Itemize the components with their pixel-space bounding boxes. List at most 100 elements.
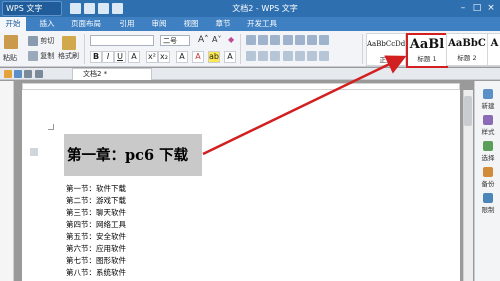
style-heading-1-sample: AaBl <box>409 37 445 52</box>
panel-new-button[interactable]: 新建 <box>475 89 500 110</box>
align-center-icon[interactable] <box>258 51 269 61</box>
paste-button[interactable] <box>4 35 18 49</box>
style-normal[interactable]: AaBbCcDd 正文 <box>366 33 406 66</box>
menu-view[interactable]: 视图 <box>178 17 204 31</box>
paragraph-handle-icon[interactable] <box>30 148 38 156</box>
font-size-select[interactable]: 二号 <box>160 35 190 46</box>
save-icon[interactable] <box>14 70 23 78</box>
cut-label: 剪切 <box>40 37 55 45</box>
style-heading-2[interactable]: AaBbC 标题 2 <box>446 33 488 66</box>
menu-references[interactable]: 引用 <box>114 17 140 31</box>
cut-button[interactable]: 剪切 <box>28 36 54 46</box>
menu-page-layout[interactable]: 页面布局 <box>66 17 106 31</box>
table-icon[interactable] <box>319 35 330 45</box>
panel-styles-button[interactable]: 样式 <box>475 115 500 136</box>
toc-item[interactable]: 第五节：安全软件 <box>66 231 126 242</box>
panel-backup-button[interactable]: 备份 <box>475 167 500 188</box>
quick-access-toolbar <box>70 3 126 14</box>
italic-icon[interactable]: I <box>102 51 114 63</box>
redo-icon[interactable] <box>112 3 123 14</box>
bold-icon[interactable]: B <box>90 51 102 63</box>
sort-icon[interactable] <box>294 35 305 45</box>
strikethrough-icon[interactable]: A <box>128 51 140 63</box>
copy-label: 复制 <box>40 52 55 60</box>
toc-item[interactable]: 第四节：网络工具 <box>66 219 126 230</box>
style-normal-label: 正文 <box>379 56 393 64</box>
minimize-button[interactable]: – <box>456 0 470 17</box>
line-spacing-icon[interactable] <box>307 51 318 61</box>
style-heading-1[interactable]: AaBl 标题 1 <box>406 33 448 68</box>
menu-home[interactable]: 开始 <box>0 17 26 31</box>
clear-format-icon[interactable]: ◆ <box>228 35 234 44</box>
restrict-icon <box>483 193 493 203</box>
toc-item[interactable]: 第六节：应用软件 <box>66 243 126 254</box>
backup-icon <box>483 167 493 177</box>
format-painter-label[interactable]: 格式刷 <box>58 51 79 61</box>
highlight-icon[interactable]: ab <box>208 51 220 63</box>
styles-icon <box>483 115 493 125</box>
grow-font-icon[interactable]: A˄ <box>198 35 209 45</box>
close-button[interactable]: × <box>484 0 498 17</box>
style-heading-1-label: 标题 1 <box>417 55 437 63</box>
panel-backup-label: 备份 <box>481 180 495 188</box>
copy-icon <box>28 51 38 61</box>
menu-sections[interactable]: 章节 <box>210 17 236 31</box>
scrollbar-thumb[interactable] <box>464 96 472 126</box>
toc-item[interactable]: 第七节：图形软件 <box>66 255 126 266</box>
menu-insert[interactable]: 插入 <box>32 17 62 31</box>
style-heading-3-sample: A <box>490 38 499 49</box>
print-icon[interactable] <box>84 3 95 14</box>
font-name-select[interactable] <box>90 35 154 46</box>
ribbon-divider <box>362 34 363 64</box>
font-color-icon[interactable]: A <box>192 51 204 63</box>
menu-bar: 开始 插入 页面布局 引用 审阅 视图 章节 开发工具 <box>0 17 500 31</box>
bullet-list-icon[interactable] <box>246 35 256 45</box>
decrease-indent-icon[interactable] <box>270 35 281 45</box>
numbered-list-icon[interactable] <box>258 35 269 45</box>
copy-button[interactable]: 复制 <box>28 51 54 61</box>
text-effect-icon[interactable]: A <box>176 51 188 63</box>
subscript-icon[interactable]: x₂ <box>158 51 170 63</box>
shading-icon[interactable] <box>319 51 330 61</box>
left-rail <box>0 81 14 281</box>
distributed-icon[interactable] <box>294 51 305 61</box>
underline-icon[interactable]: U <box>114 51 126 63</box>
undo-icon[interactable] <box>34 70 43 78</box>
style-normal-sample: AaBbCcDd <box>367 40 405 48</box>
superscript-icon[interactable]: x² <box>146 51 158 63</box>
char-border-icon[interactable]: A <box>224 51 236 63</box>
shrink-font-icon[interactable]: A˅ <box>212 35 221 44</box>
document-tab[interactable]: 文档2 * <box>72 68 152 80</box>
panel-restrict-button[interactable]: 限制 <box>475 193 500 214</box>
horizontal-ruler[interactable] <box>22 83 460 90</box>
select-icon <box>483 141 493 151</box>
ribbon-divider <box>240 34 241 64</box>
panel-select-button[interactable]: 选择 <box>475 141 500 162</box>
align-left-icon[interactable] <box>246 51 256 61</box>
align-right-icon[interactable] <box>270 51 281 61</box>
paste-label[interactable]: 粘贴 <box>3 53 17 63</box>
tab-bar-tools <box>4 70 43 78</box>
menu-review[interactable]: 审阅 <box>146 17 172 31</box>
toc-item[interactable]: 第三节：聊天软件 <box>66 207 126 218</box>
toc-item[interactable]: 第一节：软件下载 <box>66 183 126 194</box>
toc-item[interactable]: 第八节：系统软件 <box>66 267 126 278</box>
menu-developer[interactable]: 开发工具 <box>242 17 282 31</box>
show-marks-icon[interactable] <box>307 35 318 45</box>
folder-icon[interactable] <box>4 70 12 78</box>
print-icon[interactable] <box>24 70 33 78</box>
wps-app-menu-button[interactable]: WPS 文字 <box>2 1 62 16</box>
format-painter-button[interactable] <box>62 36 76 50</box>
save-icon[interactable] <box>70 3 81 14</box>
page-margin-marker <box>48 124 54 130</box>
justify-icon[interactable] <box>282 51 293 61</box>
undo-icon[interactable] <box>98 3 109 14</box>
increase-indent-icon[interactable] <box>282 35 293 45</box>
document-heading[interactable]: 第一章：pc6 下载 <box>64 134 202 176</box>
ribbon-divider <box>84 34 85 64</box>
panel-select-label: 选择 <box>481 154 495 162</box>
toc-item[interactable]: 第二节：游戏下载 <box>66 195 126 206</box>
style-heading-2-sample: AaBbC <box>448 38 486 49</box>
style-heading-3[interactable]: A <box>487 33 500 66</box>
maximize-button[interactable]: □ <box>470 0 484 17</box>
